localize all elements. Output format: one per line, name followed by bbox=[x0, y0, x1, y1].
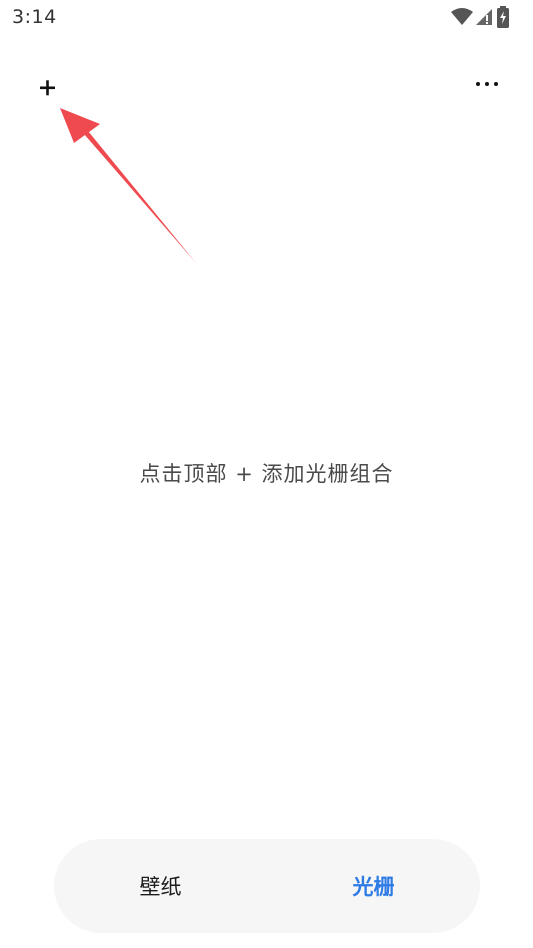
plus-icon bbox=[40, 80, 55, 96]
cellular-signal-icon bbox=[476, 9, 492, 25]
tab-raster[interactable]: 光栅 bbox=[267, 839, 480, 933]
tab-wallpaper[interactable]: 壁纸 bbox=[54, 839, 267, 933]
status-bar: 3:14 bbox=[0, 0, 533, 36]
more-horizontal-icon bbox=[476, 82, 498, 86]
empty-state-hint: 点击顶部 + 添加光栅组合 bbox=[139, 462, 394, 486]
more-options-button[interactable] bbox=[469, 68, 505, 104]
toolbar bbox=[0, 60, 533, 110]
status-time: 3:14 bbox=[12, 6, 57, 28]
battery-charging-icon bbox=[497, 6, 509, 28]
bottom-navigation: 壁纸 光栅 bbox=[54, 839, 480, 933]
wifi-icon bbox=[451, 8, 473, 25]
add-button[interactable] bbox=[30, 70, 66, 106]
